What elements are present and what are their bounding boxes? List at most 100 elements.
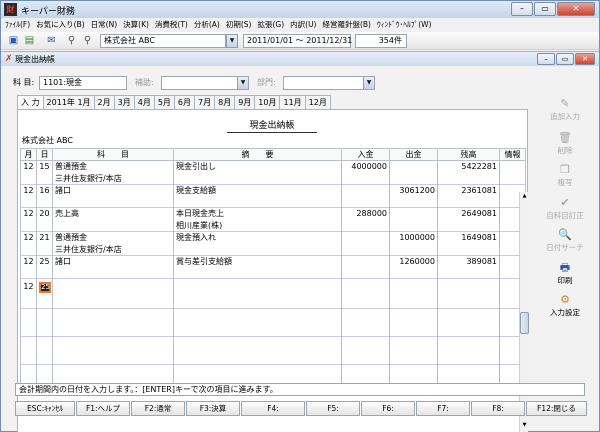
minimize-button[interactable]: – xyxy=(511,2,533,16)
table-row[interactable]: 相川産業(株) xyxy=(20,219,526,232)
tab-month-5[interactable]: 5月 xyxy=(153,95,175,109)
menu-window-help[interactable]: ｳｨﾝﾄﾞｳ･ﾍﾙﾌﾟ(W) xyxy=(377,18,438,31)
tab-month-6[interactable]: 6月 xyxy=(173,95,196,109)
delete-button[interactable]: 🗑 削除 xyxy=(533,131,597,156)
close-button[interactable]: ✕ xyxy=(557,2,595,16)
sub-account-label: 補助: xyxy=(135,78,154,87)
vertical-scrollbar[interactable]: ▲ ▼ xyxy=(519,192,529,432)
trash-icon: 🗑 xyxy=(558,131,572,144)
f4-button[interactable]: F4: xyxy=(241,401,305,416)
settings-icon: ⚙ xyxy=(560,293,570,306)
table-row[interactable]: 12 20 売上高 本日現金売上 288000 2649081 xyxy=(20,207,526,220)
tab-month-3[interactable]: 3月 xyxy=(113,95,135,109)
tab-month-7[interactable]: 7月 xyxy=(194,95,216,109)
header-description: 摘 要 xyxy=(173,148,342,161)
tab-month-2[interactable]: 2月 xyxy=(93,95,115,109)
table-row[interactable] xyxy=(20,196,526,208)
f5-button[interactable]: F5: xyxy=(306,401,360,416)
entry-day-cell[interactable]: 25 xyxy=(36,278,53,295)
month-tabs: 入 力 2011年 1月 2月 3月 4月 5月 6月 7月 8月 9月 10月… xyxy=(17,95,331,110)
fiscal-period-field: 2011/01/01 ～ 2011/12/31 xyxy=(243,34,352,48)
account-label: 科 目: xyxy=(13,78,35,87)
inner-close-button[interactable]: ✕ xyxy=(575,53,595,65)
ledger-window: ✗ 現金出納帳 – ▭ ✕ 科 目: 1101:現金 補助: ▼ 部門: ▼ 入… xyxy=(1,51,599,432)
input-settings-button[interactable]: ⚙ 入力設定 xyxy=(533,293,597,318)
menu-compass[interactable]: 経営羅針盤(B) xyxy=(322,18,377,31)
menu-extension[interactable]: 拡張(G) xyxy=(257,18,290,31)
chevron-down-icon[interactable]: ▼ xyxy=(363,77,374,89)
tool-icon[interactable]: ⚲ xyxy=(65,34,78,47)
scroll-up-icon[interactable]: ▲ xyxy=(520,192,529,201)
entry-row[interactable]: 12 25 xyxy=(20,278,526,295)
table-row[interactable]: 三井住友銀行/本店 xyxy=(20,243,526,256)
tab-month-4[interactable]: 4月 xyxy=(133,95,155,109)
account-field[interactable]: 1101:現金 xyxy=(39,76,127,90)
header-info: 情報 xyxy=(499,148,526,161)
check-icon: ✔ xyxy=(560,196,570,209)
menu-favorites[interactable]: お気に入り(B) xyxy=(36,18,91,31)
menu-tax[interactable]: 消費税(T) xyxy=(155,18,194,31)
function-key-bar: ESC:ｷｬﾝｾﾙ F1:ヘルプ F2:通常 F3:決算 F4: F5: F6:… xyxy=(15,401,587,417)
table-row[interactable]: 12 21 普通預金 現金預入れ 1000000 1649081 xyxy=(20,231,526,244)
inner-minimize-button[interactable]: – xyxy=(537,53,555,65)
tab-month-9[interactable]: 9月 xyxy=(234,95,256,109)
table-row[interactable]: 12 15 普通預金 現金引出し 4000000 5422281 xyxy=(20,160,526,173)
header-payment: 出金 xyxy=(389,148,438,161)
chevron-down-icon[interactable]: ▼ xyxy=(237,77,248,89)
scroll-down-icon[interactable]: ▼ xyxy=(520,421,529,430)
ledger-title: 現金出納帳 xyxy=(227,118,317,133)
copy-button[interactable]: ❐ 複写 xyxy=(533,163,597,188)
scroll-thumb[interactable] xyxy=(520,312,529,334)
menu-bar: ﾌｧｲﾙ(F) お気に入り(B) 日常(N) 決算(K) 消費税(T) 分析(A… xyxy=(1,18,599,31)
menu-daily[interactable]: 日常(N) xyxy=(91,18,123,31)
sub-account-select[interactable]: ▼ xyxy=(161,76,249,90)
tab-month-10[interactable]: 10月 xyxy=(254,95,281,109)
mail-icon[interactable]: ✉ xyxy=(45,34,58,47)
app-logo-icon: 財 xyxy=(4,3,17,16)
f8-button[interactable]: F8: xyxy=(471,401,525,416)
menu-file[interactable]: ﾌｧｲﾙ(F) xyxy=(5,18,36,31)
inner-maximize-button[interactable]: ▭ xyxy=(556,53,574,65)
tab-input[interactable]: 入 力 xyxy=(17,95,44,110)
table-row[interactable]: 12 25 諸口 賞与差引支給額 1260000 389081 xyxy=(20,255,526,268)
date-search-button[interactable]: 🔍 日付サーチ xyxy=(533,228,597,253)
company-selector[interactable]: 株式会社 ABC xyxy=(100,34,226,48)
esc-cancel-button[interactable]: ESC:ｷｬﾝｾﾙ xyxy=(15,401,75,416)
table-row[interactable] xyxy=(20,267,526,279)
ledger-table: 月 日 科 目 摘 要 入金 出金 残高 情報 12 15 普通預金 現金引出し… xyxy=(20,148,526,393)
pen-icon: ✎ xyxy=(560,97,570,110)
record-count: 354件 xyxy=(355,34,407,48)
main-window: 財 キーパー財務 – ▭ ✕ ﾌｧｲﾙ(F) お気に入り(B) 日常(N) 決算… xyxy=(0,0,600,432)
f6-button[interactable]: F6: xyxy=(361,401,415,416)
toolbar: ▣ ▤ ✉ ⚲ ⚲ 株式会社 ABC ▼ 2011/01/01 ～ 2011/1… xyxy=(1,32,599,50)
f7-button[interactable]: F7: xyxy=(416,401,470,416)
f1-help-button[interactable]: F1:ヘルプ xyxy=(76,401,130,416)
maximize-button[interactable]: ▭ xyxy=(534,2,556,16)
correct-account-button[interactable]: ✔ 自科目訂正 xyxy=(533,196,597,221)
entry-month[interactable]: 12 xyxy=(20,278,37,295)
table-row[interactable]: 三井住友銀行/本店 xyxy=(20,172,526,185)
menu-closing[interactable]: 決算(K) xyxy=(123,18,155,31)
tab-month-8[interactable]: 8月 xyxy=(214,95,236,109)
tab-month-11[interactable]: 11月 xyxy=(279,95,306,109)
tab-month-1[interactable]: 2011年 1月 xyxy=(42,95,95,109)
table-row[interactable]: 12 16 諸口 現金支給額 3061200 2361081 xyxy=(20,184,526,197)
save-icon[interactable]: ▣ xyxy=(7,34,20,47)
add-entry-button[interactable]: ✎ 追加入力 xyxy=(533,97,597,122)
ledger-company: 株式会社 ABC xyxy=(22,136,73,145)
entry-day-input[interactable]: 25 xyxy=(39,281,51,293)
f2-normal-button[interactable]: F2:通常 xyxy=(131,401,185,416)
f3-closing-button[interactable]: F3:決算 xyxy=(186,401,240,416)
header-receipt: 入金 xyxy=(341,148,390,161)
f12-close-button[interactable]: F12:閉じる xyxy=(526,401,587,416)
search-tool-icon[interactable]: ⚲ xyxy=(81,34,94,47)
menu-analysis[interactable]: 分析(A) xyxy=(194,18,226,31)
print-button[interactable]: 🖶 印刷 xyxy=(533,261,597,286)
export-icon[interactable]: ▤ xyxy=(23,34,36,47)
header-balance: 残高 xyxy=(437,148,500,161)
department-select[interactable]: ▼ xyxy=(283,76,375,90)
chevron-down-icon[interactable]: ▼ xyxy=(226,34,238,48)
tab-month-12[interactable]: 12月 xyxy=(304,95,331,109)
menu-breakdown[interactable]: 内訳(U) xyxy=(290,18,322,31)
menu-initial[interactable]: 初期(S) xyxy=(226,18,258,31)
